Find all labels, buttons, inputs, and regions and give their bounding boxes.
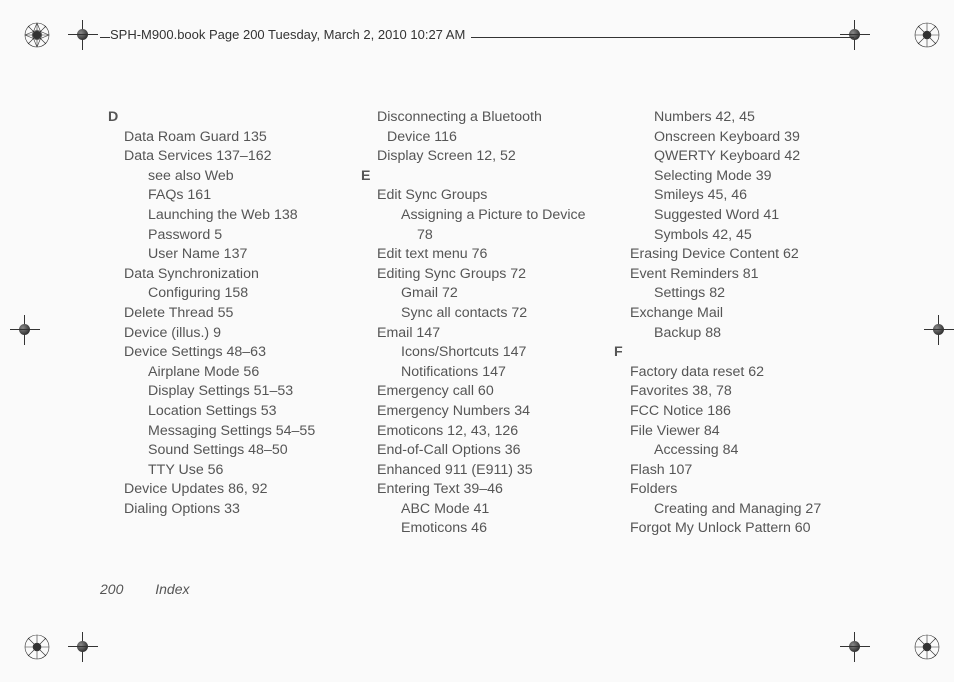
page-number: 200 (100, 581, 123, 597)
index-entry: Configuring 158 (148, 284, 361, 304)
index-entry: Email 147 (377, 324, 614, 344)
index-entry: User Name 137 (148, 245, 361, 265)
registration-mark-icon (24, 634, 50, 660)
index-entry: Edit text menu 76 (377, 245, 614, 265)
index-entry: ABC Mode 41 (401, 500, 614, 520)
index-entry: FAQs 161 (148, 186, 361, 206)
crop-mark-icon (10, 315, 40, 345)
crop-mark-icon (68, 632, 98, 662)
index-entry: Numbers 42, 45 (654, 108, 867, 128)
index-column-1: DData Roam Guard 135Data Services 137–16… (108, 108, 361, 539)
index-entry: 78 (417, 226, 614, 246)
index-entry: Data Services 137–162 (124, 147, 361, 167)
index-entry: Display Settings 51–53 (148, 382, 361, 402)
index-entry: Disconnecting a Bluetooth (377, 108, 614, 128)
index-entry: Event Reminders 81 (630, 265, 867, 285)
footer-label: Index (155, 581, 189, 597)
index-entry: Data Synchronization (124, 265, 361, 285)
page-header: SPH-M900.book Page 200 Tuesday, March 2,… (110, 27, 471, 42)
index-entry: Editing Sync Groups 72 (377, 265, 614, 285)
index-entry: Factory data reset 62 (630, 363, 867, 383)
index-entry: Location Settings 53 (148, 402, 361, 422)
index-entry: Airplane Mode 56 (148, 363, 361, 383)
index-content: DData Roam Guard 135Data Services 137–16… (108, 108, 868, 539)
index-entry: Selecting Mode 39 (654, 167, 867, 187)
page-footer: 200 Index (100, 581, 190, 597)
crop-mark-icon (840, 20, 870, 50)
index-entry: Edit Sync Groups (377, 186, 614, 206)
index-entry: File Viewer 84 (630, 422, 867, 442)
crop-mark-icon (924, 315, 954, 345)
index-entry: End-of-Call Options 36 (377, 441, 614, 461)
index-entry: Forgot My Unlock Pattern 60 (630, 519, 867, 539)
index-entry: Device (illus.) 9 (124, 324, 361, 344)
index-entry: Exchange Mail (630, 304, 867, 324)
index-entry: FCC Notice 186 (630, 402, 867, 422)
index-entry: Symbols 42, 45 (654, 226, 867, 246)
crop-mark-icon (68, 20, 98, 50)
index-entry: Device Updates 86, 92 (124, 480, 361, 500)
index-entry: Backup 88 (654, 324, 867, 344)
index-entry: Notifications 147 (401, 363, 614, 383)
registration-mark-icon (914, 22, 940, 48)
index-entry: Gmail 72 (401, 284, 614, 304)
index-entry: Emergency call 60 (377, 382, 614, 402)
index-entry: Suggested Word 41 (654, 206, 867, 226)
index-entry: Emergency Numbers 34 (377, 402, 614, 422)
index-entry: Data Roam Guard 135 (124, 128, 361, 148)
index-entry: Folders (630, 480, 867, 500)
index-column-3: Numbers 42, 45Onscreen Keyboard 39QWERTY… (614, 108, 867, 539)
index-entry: Favorites 38, 78 (630, 382, 867, 402)
index-entry: Onscreen Keyboard 39 (654, 128, 867, 148)
index-entry: Accessing 84 (654, 441, 867, 461)
index-entry: Delete Thread 55 (124, 304, 361, 324)
index-entry: Icons/Shortcuts 147 (401, 343, 614, 363)
index-entry: D (108, 108, 361, 128)
index-entry: E (361, 167, 614, 187)
index-entry: Password 5 (148, 226, 361, 246)
index-entry: Launching the Web 138 (148, 206, 361, 226)
index-entry: Device Settings 48–63 (124, 343, 361, 363)
index-entry: Enhanced 911 (E911) 35 (377, 461, 614, 481)
index-entry: see also Web (148, 167, 361, 187)
index-entry: F (614, 343, 867, 363)
index-entry: TTY Use 56 (148, 461, 361, 481)
index-entry: Display Screen 12, 52 (377, 147, 614, 167)
index-entry: Flash 107 (630, 461, 867, 481)
index-entry: Smileys 45, 46 (654, 186, 867, 206)
index-entry: Sync all contacts 72 (401, 304, 614, 324)
index-column-2: Disconnecting a BluetoothDevice 116Displ… (361, 108, 614, 539)
index-entry: Entering Text 39–46 (377, 480, 614, 500)
index-entry: Settings 82 (654, 284, 867, 304)
registration-mark-icon (914, 634, 940, 660)
index-entry: Creating and Managing 27 (654, 500, 867, 520)
registration-mark-icon (24, 22, 50, 48)
index-entry: Emoticons 46 (401, 519, 614, 539)
index-entry: Emoticons 12, 43, 126 (377, 422, 614, 442)
index-entry: Messaging Settings 54–55 (148, 422, 361, 442)
index-entry: Device 116 (387, 128, 614, 148)
index-entry: QWERTY Keyboard 42 (654, 147, 867, 167)
index-entry: Assigning a Picture to Device (401, 206, 614, 226)
crop-mark-icon (840, 632, 870, 662)
index-entry: Dialing Options 33 (124, 500, 361, 520)
index-entry: Sound Settings 48–50 (148, 441, 361, 461)
index-entry: Erasing Device Content 62 (630, 245, 867, 265)
